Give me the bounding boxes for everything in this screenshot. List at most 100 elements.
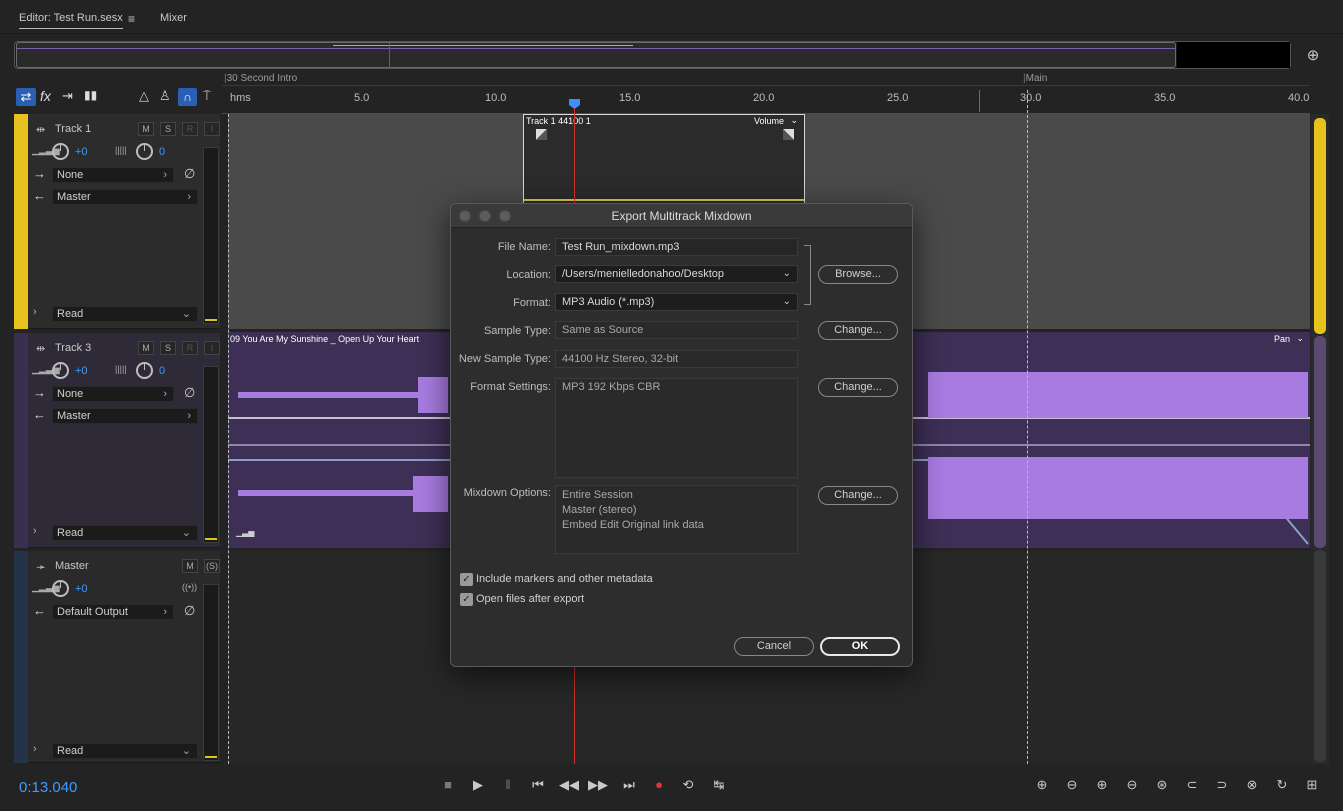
input-select[interactable]: None ›: [52, 167, 174, 183]
volume-knob[interactable]: [52, 362, 69, 379]
open-files-checkbox[interactable]: ✓: [460, 593, 473, 606]
output-select[interactable]: Default Output ›: [52, 604, 174, 620]
timecode-display[interactable]: 0:13.040: [19, 779, 77, 796]
solo-button[interactable]: S: [160, 122, 176, 136]
expand-chevron-icon[interactable]: ›: [33, 525, 37, 537]
cancel-button[interactable]: Cancel: [734, 637, 814, 656]
clip-envelope-label[interactable]: Volume: [754, 116, 784, 126]
phase-invert-icon[interactable]: ∅: [184, 166, 195, 182]
volume-value[interactable]: +0: [75, 146, 88, 158]
volume-value[interactable]: +0: [75, 365, 88, 377]
go-start-icon[interactable]: ⏮: [528, 777, 548, 793]
pause-icon[interactable]: ‖: [498, 777, 518, 792]
input-select[interactable]: None ›: [52, 386, 174, 402]
file-name-input[interactable]: Test Run_mixdown.mp3: [555, 238, 798, 256]
pan-knob[interactable]: [136, 362, 153, 379]
tab-mixer[interactable]: Mixer: [160, 12, 187, 24]
scroll-thumb-track3[interactable]: [1314, 336, 1326, 548]
change-sample-type-button[interactable]: Change...: [818, 321, 898, 340]
ok-button[interactable]: OK: [820, 637, 900, 656]
zoom-tracks-icon[interactable]: ⊞: [1302, 777, 1322, 793]
volume-envelope-line[interactable]: [524, 199, 804, 201]
browse-button[interactable]: Browse...: [818, 265, 898, 284]
zoom-in-amplitude-icon[interactable]: ⊕: [1032, 777, 1052, 793]
include-markers-checkbox[interactable]: ✓: [460, 573, 473, 586]
pan-value[interactable]: 0: [159, 146, 165, 158]
record-icon[interactable]: ●: [649, 777, 669, 792]
volume-knob[interactable]: [52, 580, 69, 597]
output-select-value: Default Output: [57, 606, 128, 618]
volume-value[interactable]: +0: [75, 583, 88, 595]
output-select[interactable]: Master ›: [52, 408, 198, 424]
overview-visible-range[interactable]: [16, 42, 1176, 68]
send-icon[interactable]: ⇥: [62, 88, 73, 104]
marker-label-intro[interactable]: |30 Second Intro: [224, 73, 297, 84]
record-arm-button[interactable]: R: [182, 341, 198, 355]
automation-mode-select[interactable]: Read ⌄: [52, 306, 198, 322]
zoom-reset-icon[interactable]: ↻: [1272, 777, 1292, 793]
zoom-in-left-icon[interactable]: ⊂: [1182, 777, 1202, 793]
stop-icon[interactable]: ■: [438, 777, 458, 792]
zoom-out-full-icon[interactable]: ⊗: [1242, 777, 1262, 793]
automation-mode-select[interactable]: Read ⌄: [52, 743, 198, 759]
zoom-out-amplitude-icon[interactable]: ⊖: [1062, 777, 1082, 793]
scroll-thumb-master[interactable]: [1314, 550, 1326, 762]
pin-icon[interactable]: ⍑: [203, 88, 211, 104]
pan-icon: |||||: [115, 364, 127, 374]
input-monitor-button[interactable]: I: [204, 122, 220, 136]
sample-type-label: Sample Type:: [483, 325, 551, 337]
zoom-in-right-icon[interactable]: ⊃: [1212, 777, 1232, 793]
pitch-icon[interactable]: ♙: [159, 88, 171, 104]
expand-chevron-icon[interactable]: ›: [33, 743, 37, 755]
pan-knob[interactable]: [136, 143, 153, 160]
volume-knob[interactable]: [52, 143, 69, 160]
expand-chevron-icon[interactable]: ›: [33, 306, 37, 318]
snap-icon[interactable]: ∩: [178, 88, 197, 106]
zoom-out-time-icon[interactable]: ⊖: [1122, 777, 1142, 793]
mute-button[interactable]: M: [138, 341, 154, 355]
marker-label-main[interactable]: |Main: [1023, 73, 1047, 84]
fade-in-handle[interactable]: [536, 129, 547, 140]
zoom-full-icon[interactable]: ⊕: [1303, 46, 1323, 64]
rewind-icon[interactable]: ◀◀: [559, 777, 579, 793]
include-markers-label[interactable]: Include markers and other metadata: [476, 573, 653, 585]
play-icon[interactable]: ▶: [468, 777, 488, 793]
input-monitor-button[interactable]: I: [204, 341, 220, 355]
fx-icon[interactable]: fx: [40, 88, 51, 104]
format-select[interactable]: MP3 Audio (*.mp3) ⌄: [555, 293, 798, 311]
swap-icon[interactable]: ⇄: [16, 88, 36, 106]
output-select-value: Master: [57, 410, 91, 422]
change-format-settings-button[interactable]: Change...: [818, 378, 898, 397]
fade-out-handle[interactable]: [783, 129, 794, 140]
open-files-label[interactable]: Open files after export: [476, 593, 584, 605]
tab-editor[interactable]: Editor: Test Run.sesx: [19, 12, 123, 29]
mute-button[interactable]: M: [182, 559, 198, 573]
automation-mode-select[interactable]: Read ⌄: [52, 525, 198, 541]
change-mixdown-options-button[interactable]: Change...: [818, 486, 898, 505]
skip-selection-icon[interactable]: ↹: [709, 777, 729, 793]
audio-clip-track1[interactable]: Track 1 44100 1 Volume ⌄: [523, 114, 805, 206]
scroll-thumb-track1[interactable]: [1314, 118, 1326, 334]
vertical-scrollbar[interactable]: [1311, 114, 1329, 764]
phase-invert-icon[interactable]: ∅: [184, 603, 195, 619]
zoom-in-time-icon[interactable]: ⊕: [1092, 777, 1112, 793]
track-name[interactable]: Track 3: [55, 342, 91, 354]
fast-forward-icon[interactable]: ▶▶: [588, 777, 608, 793]
zoom-selection-icon[interactable]: ⊛: [1152, 777, 1172, 793]
phase-invert-icon[interactable]: ∅: [184, 385, 195, 401]
solo-button[interactable]: (S): [204, 559, 220, 573]
track-name[interactable]: Track 1: [55, 123, 91, 135]
solo-button[interactable]: S: [160, 341, 176, 355]
go-end-icon[interactable]: ⏭: [619, 777, 639, 793]
mute-button[interactable]: M: [138, 122, 154, 136]
output-select[interactable]: Master ›: [52, 189, 198, 205]
record-arm-button[interactable]: R: [182, 122, 198, 136]
pan-value[interactable]: 0: [159, 365, 165, 377]
loop-icon[interactable]: ⟲: [678, 777, 698, 793]
eq-icon[interactable]: ▮▮: [84, 88, 97, 102]
chevron-down-icon[interactable]: ⌄: [790, 115, 798, 126]
track-name[interactable]: Master: [55, 560, 89, 572]
tab-menu-icon[interactable]: ≡: [128, 12, 135, 26]
metronome-icon[interactable]: △: [139, 88, 149, 104]
location-select[interactable]: /Users/menielledonahoo/Desktop ⌄: [555, 265, 798, 283]
